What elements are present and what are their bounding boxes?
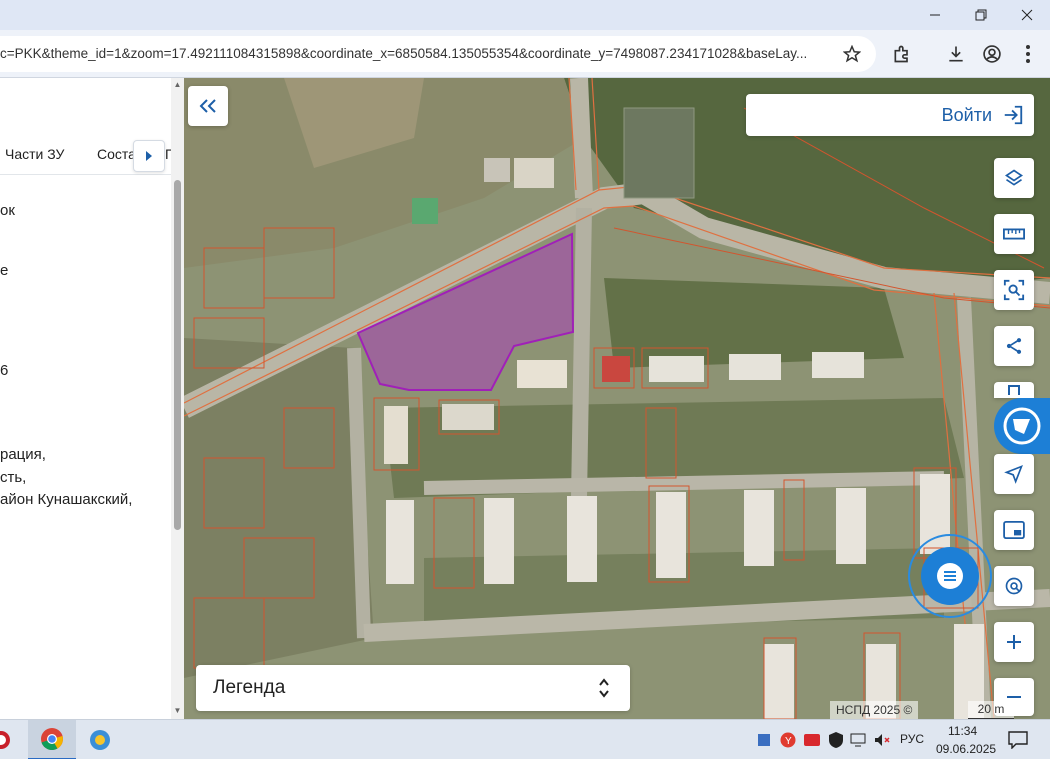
bookmark-button[interactable] xyxy=(994,382,1034,398)
chat-button-inner xyxy=(921,547,979,605)
info-sidebar: Части ЗУ Соста Г ок е 6 рация, сть, айон… xyxy=(0,78,184,719)
bookmark-icon xyxy=(1008,385,1020,395)
scroll-up-arrow-icon[interactable]: ▲ xyxy=(172,80,183,90)
layers-button[interactable] xyxy=(994,158,1034,198)
sidebar-text-line: 6 xyxy=(0,362,9,379)
extensions-icon[interactable] xyxy=(890,42,914,66)
scroll-down-arrow-icon[interactable]: ▼ xyxy=(172,706,183,716)
legend-label: Легенда xyxy=(213,677,286,698)
close-icon xyxy=(1021,9,1033,21)
chat-icon xyxy=(937,563,963,589)
input-language-indicator[interactable]: РУС xyxy=(900,732,924,746)
browser-titlebar xyxy=(0,0,1050,30)
assistant-button[interactable] xyxy=(994,398,1050,454)
chat-button[interactable] xyxy=(908,534,992,618)
taskbar-app-partial[interactable] xyxy=(0,720,16,759)
maximize-button[interactable] xyxy=(958,0,1004,30)
double-chevron-left-icon xyxy=(199,99,216,113)
sidebar-text-line: сть, xyxy=(0,469,27,486)
login-button[interactable]: Войти xyxy=(746,94,1034,136)
taskbar-chrome[interactable] xyxy=(28,720,76,759)
menu-kebab-icon[interactable] xyxy=(1016,42,1040,66)
zoom-in-icon xyxy=(1007,635,1021,649)
assistant-logo-icon xyxy=(1003,407,1041,445)
windows-taskbar: Y РУС 11:34 09.06.2025 xyxy=(0,719,1050,759)
map-scale-bar: 20 m xyxy=(968,701,1014,719)
app-icon xyxy=(0,731,10,749)
clock-date[interactable]: 09.06.2025 xyxy=(936,742,996,756)
zoom-in-button[interactable] xyxy=(994,622,1034,662)
tray-video-icon[interactable] xyxy=(804,732,820,748)
address-bar[interactable]: c=PKK&theme_id=1&zoom=17.492111084315898… xyxy=(0,36,876,72)
sidebar-text-line: ок xyxy=(0,202,15,219)
minimize-icon xyxy=(930,14,940,16)
notifications-icon[interactable] xyxy=(1008,731,1028,749)
legend-panel[interactable]: Легенда xyxy=(196,665,630,711)
restore-icon xyxy=(975,9,987,21)
browser-toolbar: c=PKK&theme_id=1&zoom=17.492111084315898… xyxy=(0,30,1050,78)
minimap-button[interactable] xyxy=(994,510,1034,550)
share-icon xyxy=(1006,338,1022,354)
sidebar-text-line: е xyxy=(0,262,9,279)
close-window-button[interactable] xyxy=(1004,0,1050,30)
picture-in-picture-icon xyxy=(1003,521,1025,539)
tab-composition[interactable]: Соста xyxy=(97,146,136,162)
volume-muted-icon[interactable] xyxy=(874,732,890,748)
sidebar-tabs: Части ЗУ Соста Г xyxy=(0,78,173,175)
tab-parts[interactable]: Части ЗУ xyxy=(5,146,64,162)
area-search-icon xyxy=(1003,279,1025,301)
taskbar-app-2[interactable] xyxy=(76,720,124,759)
login-label: Войти xyxy=(941,105,992,125)
clock-time[interactable]: 11:34 xyxy=(948,724,977,738)
map-canvas[interactable] xyxy=(184,78,1050,719)
yandex-icon[interactable]: Y xyxy=(780,732,796,748)
tray-app-icon[interactable] xyxy=(756,732,772,748)
weather-app-icon xyxy=(90,730,110,750)
share-button[interactable] xyxy=(994,326,1034,366)
svg-text:Y: Y xyxy=(785,736,792,747)
network-icon[interactable] xyxy=(850,732,866,748)
area-search-button[interactable] xyxy=(994,270,1034,310)
expand-collapse-icon[interactable] xyxy=(598,677,610,699)
security-shield-icon[interactable] xyxy=(828,732,844,748)
satellite-imagery xyxy=(184,78,1050,719)
collapse-sidebar-button[interactable] xyxy=(188,86,228,126)
navigate-button[interactable] xyxy=(994,454,1034,494)
chevron-right-icon xyxy=(146,151,152,161)
sidebar-text-line: рация, xyxy=(0,446,46,463)
measure-button[interactable] xyxy=(994,214,1034,254)
sidebar-scroll-thumb[interactable] xyxy=(174,180,181,530)
chrome-icon xyxy=(41,728,63,751)
profile-icon[interactable] xyxy=(980,42,1004,66)
login-icon xyxy=(1004,105,1023,125)
layers-icon xyxy=(1004,169,1024,186)
bookmark-star-icon[interactable] xyxy=(840,42,864,66)
location-search-icon xyxy=(1005,577,1023,595)
map-copyright: НСПД 2025 © xyxy=(830,701,919,719)
tabs-scroll-right-button[interactable] xyxy=(133,140,165,172)
navigate-icon xyxy=(1004,465,1023,484)
ruler-icon xyxy=(1003,228,1025,240)
minimize-button[interactable] xyxy=(912,0,958,30)
sidebar-text-line: айон Кунашакский, xyxy=(0,491,133,508)
download-icon[interactable] xyxy=(944,42,968,66)
url-text[interactable]: c=PKK&theme_id=1&zoom=17.492111084315898… xyxy=(0,46,836,61)
location-search-button[interactable] xyxy=(994,566,1034,606)
